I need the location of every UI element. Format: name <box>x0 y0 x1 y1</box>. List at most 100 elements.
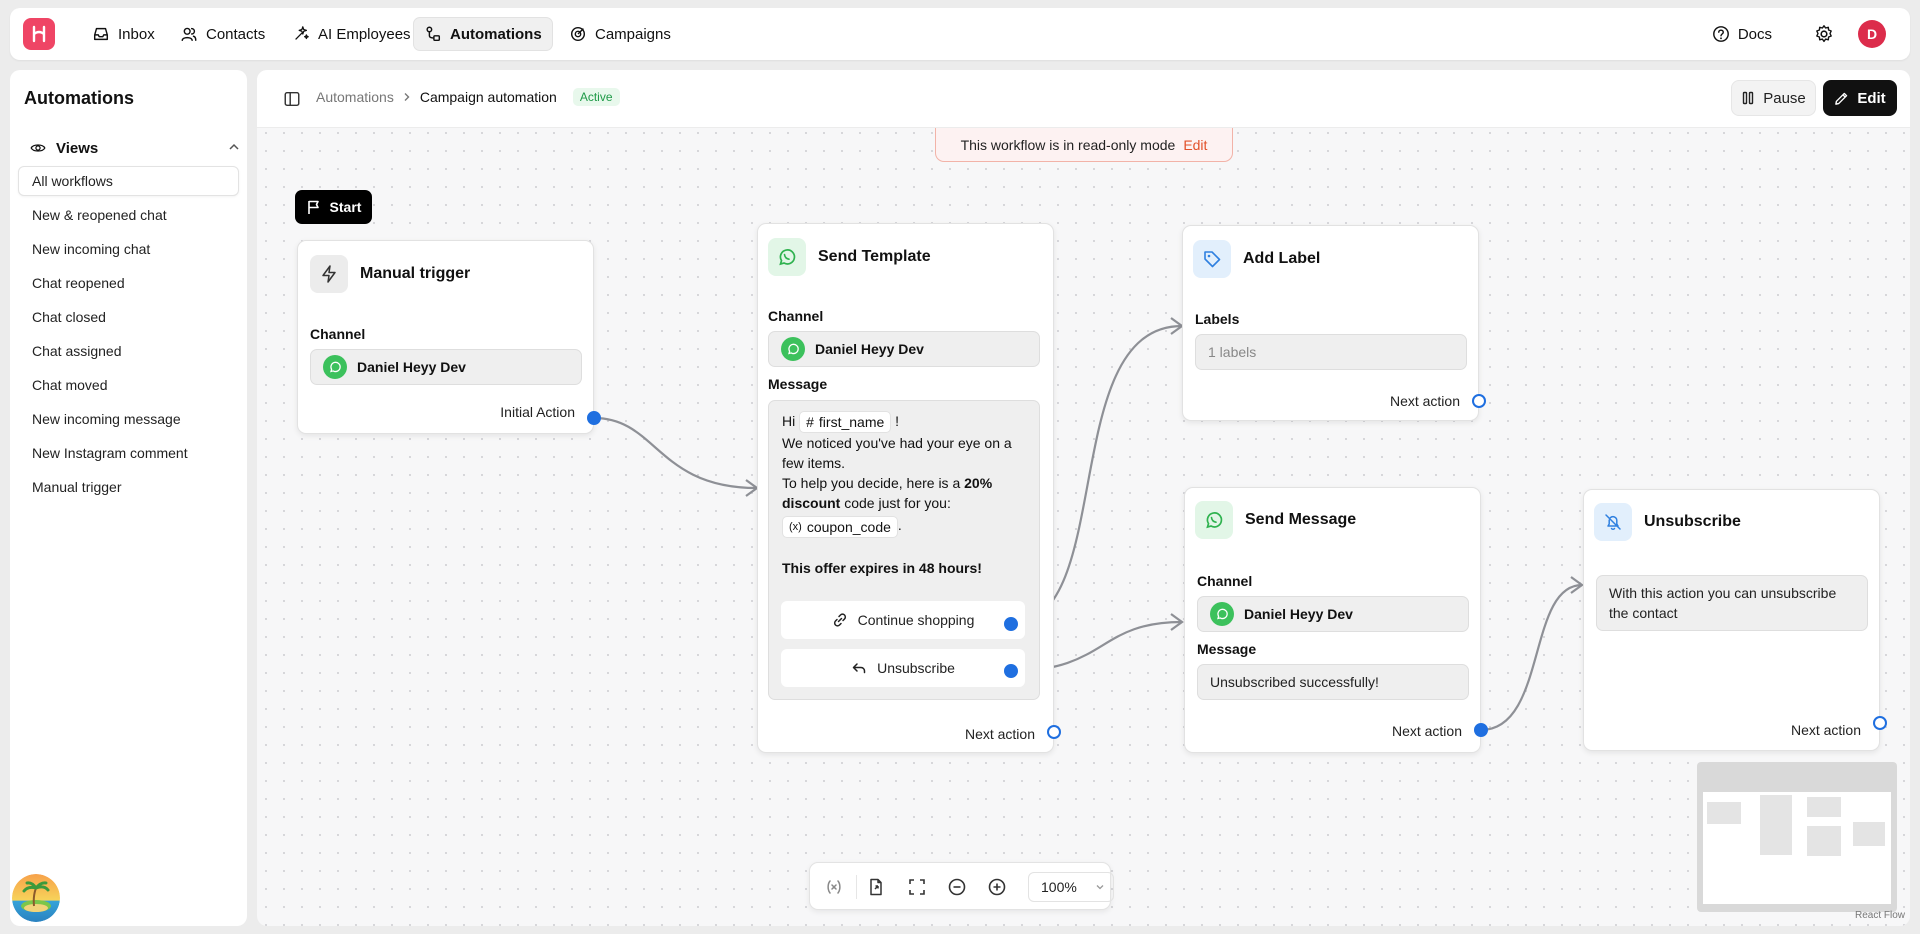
add-label-title-text: Add Label <box>1243 250 1321 267</box>
whatsapp-icon <box>781 337 805 361</box>
template-message-box: Hi # first_name ! We noticed you've had y… <box>768 400 1040 700</box>
manual-trigger-title: Manual trigger <box>310 255 470 293</box>
edit-button[interactable]: Edit <box>1823 80 1897 116</box>
label-next-port[interactable] <box>1472 394 1486 408</box>
msg-line3-post: code just for you: <box>844 495 951 512</box>
send-template-title-text: Send Template <box>818 248 931 265</box>
workflow-header: Automations Campaign automation Active P… <box>257 70 1910 128</box>
breadcrumb-current: Campaign automation <box>419 89 557 105</box>
manual-trigger-title-text: Manual trigger <box>360 265 471 282</box>
sidebar-item-new-incoming-chat[interactable]: New incoming chat <box>18 234 239 264</box>
template-channel-value: Daniel Heyy Dev <box>815 341 924 357</box>
send-message-title-text: Send Message <box>1245 511 1357 528</box>
unsubscribe-next-port[interactable] <box>1873 716 1887 730</box>
minimap-viewport <box>1703 792 1891 904</box>
nav-campaigns-label: Campaigns <box>595 25 671 43</box>
pause-button[interactable]: Pause <box>1731 80 1816 116</box>
message-next-port[interactable] <box>1474 723 1488 737</box>
sidebar-item-chat-assigned[interactable]: Chat assigned <box>18 336 239 366</box>
settings-gear-icon[interactable] <box>1814 24 1834 44</box>
nav-inbox[interactable]: Inbox <box>82 17 165 51</box>
labels-label: Labels <box>1195 311 1240 327</box>
react-flow-attribution[interactable]: React Flow <box>1855 910 1905 921</box>
variables-icon[interactable] <box>824 877 844 897</box>
readonly-edit-link[interactable]: Edit <box>1183 137 1207 153</box>
nav-contacts[interactable]: Contacts <box>170 17 275 51</box>
minimap[interactable] <box>1697 762 1897 912</box>
inbox-icon <box>93 27 109 41</box>
nav-automations-label: Automations <box>450 25 542 43</box>
user-avatar[interactable]: D <box>1858 20 1886 48</box>
sidebar-item-chat-closed[interactable]: Chat closed <box>18 302 239 332</box>
zoom-select[interactable]: 100% <box>1028 872 1114 902</box>
nav-campaigns[interactable]: Campaigns <box>559 17 681 51</box>
sidebar-toggle-icon[interactable] <box>283 90 301 108</box>
add-label-node[interactable]: Add Label Labels 1 labels Next action <box>1182 225 1479 421</box>
trigger-output-port[interactable] <box>587 411 601 425</box>
minimap-node <box>1807 797 1841 817</box>
unsubscribe-reply-button[interactable]: Unsubscribe <box>781 649 1025 687</box>
manual-trigger-node[interactable]: Manual trigger Channel Daniel Heyy Dev I… <box>297 240 594 434</box>
nav-automations[interactable]: Automations <box>413 17 553 51</box>
logo-icon <box>32 25 46 43</box>
continue-shopping-port[interactable] <box>1004 617 1018 631</box>
message-channel-value: Daniel Heyy Dev <box>1244 606 1353 622</box>
edge-trigger-to-template <box>593 416 758 490</box>
send-message-node[interactable]: Send Message Channel Daniel Heyy Dev Mes… <box>1184 487 1481 753</box>
sidebar-item-new-reopened-chat[interactable]: New & reopened chat <box>18 200 239 230</box>
unsubscribe-title: Unsubscribe <box>1594 503 1741 541</box>
sidebar-item-chat-reopened[interactable]: Chat reopened <box>18 268 239 298</box>
variable-icon: (x) <box>789 520 802 533</box>
sidebar-title: Automations <box>24 88 134 108</box>
unsubscribe-title-text: Unsubscribe <box>1644 513 1741 530</box>
export-file-icon[interactable] <box>866 877 886 897</box>
chevron-right-icon <box>404 93 410 101</box>
message-channel-field: Daniel Heyy Dev <box>1197 596 1469 632</box>
sidebar-item-chat-moved[interactable]: Chat moved <box>18 370 239 400</box>
sparkle-icon <box>295 26 309 40</box>
sidebar-item-manual-trigger[interactable]: Manual trigger <box>18 472 239 502</box>
automations-icon <box>426 26 441 42</box>
docs-label: Docs <box>1737 25 1772 43</box>
eye-icon <box>30 144 46 152</box>
top-navigation: Inbox Contacts AI Employees Automations … <box>10 8 1910 60</box>
views-section-toggle[interactable]: Views <box>30 136 240 160</box>
continue-shopping-button[interactable]: Continue shopping <box>781 601 1025 639</box>
zoom-in-icon[interactable] <box>987 877 1007 897</box>
breadcrumb-root[interactable]: Automations <box>316 89 394 105</box>
lightning-icon <box>310 255 348 293</box>
zoom-out-icon[interactable] <box>947 877 967 897</box>
sidebar-item-new-instagram-comment[interactable]: New Instagram comment <box>18 438 239 468</box>
var-first-name: first_name <box>818 414 885 431</box>
sidebar-item-all-workflows[interactable]: All workflows <box>18 166 239 196</box>
workflow-canvas[interactable]: Automations Campaign automation Active P… <box>257 70 1910 926</box>
trigger-channel-label: Channel <box>310 326 366 342</box>
app-logo[interactable] <box>23 18 55 50</box>
msg-excl: ! <box>895 413 900 429</box>
fit-view-icon[interactable] <box>907 877 927 897</box>
template-next-port[interactable] <box>1047 725 1061 739</box>
nav-ai-employees[interactable]: AI Employees <box>282 17 421 51</box>
send-message-title: Send Message <box>1195 501 1356 539</box>
docs-link[interactable]: Docs <box>1712 17 1772 51</box>
whatsapp-icon <box>768 238 806 276</box>
variable-chip-first-name: # first_name <box>799 411 892 434</box>
readonly-banner: This workflow is in read-only mode Edit <box>935 128 1233 162</box>
edge-message-to-unsubscribe <box>1480 583 1583 732</box>
sidebar-item-new-incoming-message[interactable]: New incoming message <box>18 404 239 434</box>
pause-icon <box>1743 91 1754 105</box>
toolbar-divider <box>856 875 857 899</box>
contacts-icon <box>181 27 197 42</box>
nav-ai-employees-label: AI Employees <box>318 25 411 43</box>
unsubscribe-port[interactable] <box>1004 664 1018 678</box>
link-icon <box>833 613 846 627</box>
var-coupon-code: coupon_code <box>806 518 891 535</box>
hash-icon: # <box>806 414 814 431</box>
canvas-toolbar: 100% <box>809 862 1114 910</box>
msg-line3-pre: To help you decide, here is a <box>782 475 961 492</box>
msg-offer: This offer expires in 48 hours! <box>782 559 982 576</box>
readonly-text: This workflow is in read-only mode <box>960 136 1176 153</box>
island-avatar-icon[interactable] <box>12 874 60 922</box>
unsubscribe-node[interactable]: Unsubscribe With this action you can uns… <box>1583 489 1880 751</box>
template-port-label: Next action <box>964 726 1035 742</box>
